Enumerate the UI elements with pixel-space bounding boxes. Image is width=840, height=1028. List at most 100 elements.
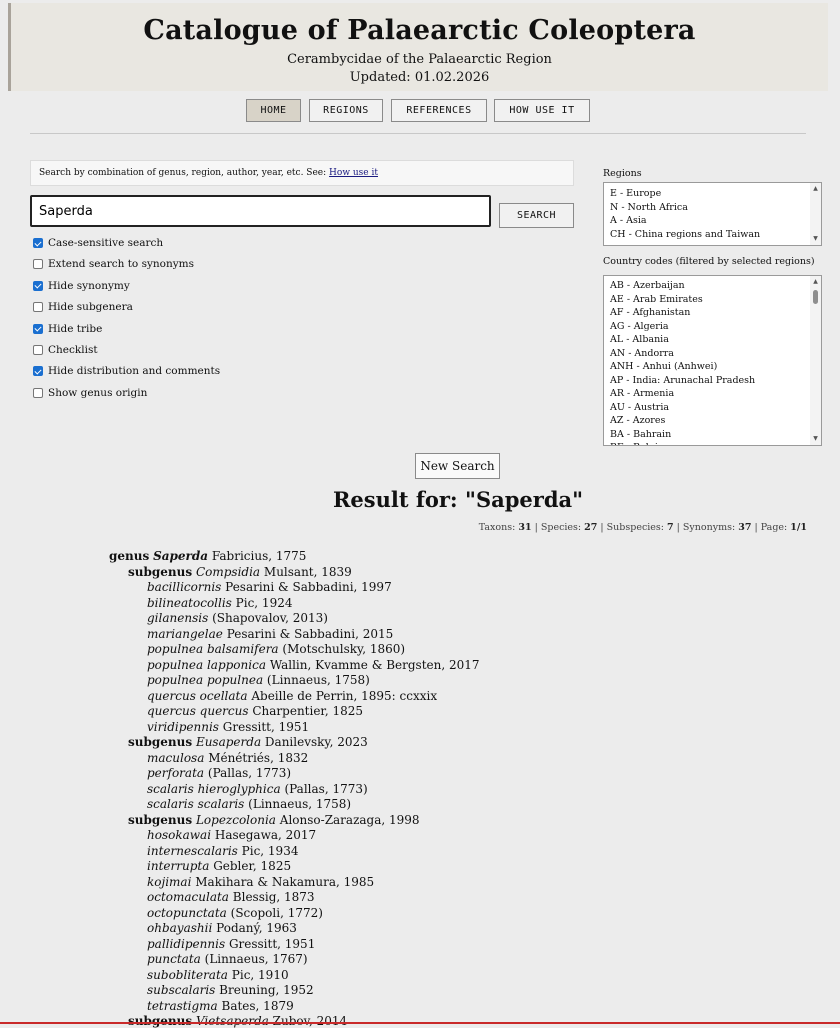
scroll-thumb[interactable]	[813, 290, 818, 304]
taxon-name[interactable]: maculosa	[147, 751, 204, 765]
species-entry: hosokawai Hasegawa, 2017	[147, 828, 316, 842]
taxon-name[interactable]: bacillicornis	[147, 580, 221, 594]
option-row[interactable]: Hide synonymy	[33, 279, 130, 293]
country-option[interactable]: AP - India: Arunachal Pradesh	[610, 375, 755, 386]
country-option[interactable]: AU - Austria	[610, 402, 669, 413]
taxon-name[interactable]: populnea lapponica	[147, 658, 266, 672]
region-option[interactable]: E - Europe	[610, 188, 661, 199]
region-option[interactable]: A - Asia	[610, 215, 647, 226]
option-checkbox[interactable]	[33, 366, 43, 377]
species-entry: subscalaris Breuning, 1952	[147, 983, 314, 997]
taxon-author: (Linnaeus, 1767)	[204, 952, 308, 966]
option-row[interactable]: Hide distribution and comments	[33, 364, 220, 378]
taxon-author: (Pallas, 1773)	[284, 781, 368, 796]
taxon-name[interactable]: subobliterata	[147, 968, 228, 982]
taxons-count: 31	[518, 522, 532, 533]
country-option[interactable]: AG - Algeria	[610, 321, 669, 332]
option-checkbox[interactable]	[33, 345, 43, 355]
option-row[interactable]: Extend search to synonyms	[33, 257, 194, 271]
option-checkbox[interactable]	[33, 280, 43, 291]
taxon-name[interactable]: bilineatocollis	[147, 596, 232, 610]
regions-scrollbar[interactable]: ▲ ▼	[810, 183, 821, 245]
search-input[interactable]	[30, 195, 491, 227]
taxon-name[interactable]: punctata	[147, 952, 201, 966]
taxon-name[interactable]: gilanensis	[147, 611, 208, 625]
taxon-author: Breuning, 1952	[219, 983, 314, 997]
country-option[interactable]: AF - Afghanistan	[610, 307, 690, 318]
taxon-name[interactable]: Saperda	[153, 549, 208, 563]
option-row[interactable]: Hide tribe	[33, 322, 102, 336]
country-option[interactable]: AE - Arab Emirates	[610, 294, 703, 305]
taxon-name[interactable]: viridipennis	[147, 720, 219, 734]
scroll-down-arrow-icon[interactable]: ▼	[810, 435, 821, 443]
scroll-down-arrow-icon[interactable]: ▼	[810, 235, 821, 243]
regions-listbox[interactable]: CH - China regions and Taiwan A - Asia N -…	[603, 182, 822, 246]
species-entry: populnea lapponica Wallin, Kvamme & Berg…	[147, 658, 480, 672]
taxon-author: Danilevsky, 2023	[264, 735, 368, 749]
option-checkbox[interactable]	[33, 387, 43, 398]
taxon-name[interactable]: scalaris scalaris	[147, 797, 244, 811]
option-checkbox[interactable]	[33, 238, 43, 248]
country-option[interactable]: AL - Albania	[610, 334, 669, 345]
taxon-name[interactable]: octomaculata	[147, 890, 229, 904]
nav-how-use-it-button[interactable]: HOW USE IT	[494, 99, 590, 122]
taxon-author: Makihara & Nakamura, 1985	[195, 874, 375, 889]
how-use-it-link[interactable]: How use it	[329, 168, 378, 178]
nav-home-button[interactable]: HOME	[246, 99, 301, 122]
new-search-button[interactable]: New Search	[415, 453, 500, 479]
scroll-up-arrow-icon[interactable]: ▲	[810, 185, 821, 193]
taxon-author: Pic, 1910	[231, 967, 289, 982]
taxon-author: Mulsant, 1839	[263, 564, 352, 579]
taxon-author: (Linnaeus, 1758)	[248, 797, 352, 811]
taxon-name[interactable]: octopunctata	[147, 906, 227, 920]
search-button[interactable]: SEARCH	[499, 203, 574, 228]
taxon-name[interactable]: pallidipennis	[147, 937, 225, 951]
scroll-up-arrow-icon[interactable]: ▲	[810, 278, 821, 286]
option-row[interactable]: Checklist	[33, 343, 98, 357]
option-checkbox[interactable]	[33, 302, 43, 313]
taxon-name[interactable]: kojimai	[147, 875, 191, 889]
taxon-name[interactable]: Lopezcolonia	[196, 813, 276, 827]
taxon-rank: subgenus	[128, 812, 193, 827]
taxon-name[interactable]: hosokawai	[147, 828, 211, 842]
taxon-name[interactable]: interrupta	[147, 859, 209, 873]
subgenus-entry: subgenus Vietsaperda Zubov, 2014	[128, 1014, 347, 1028]
country-option[interactable]: BA - Bahrain	[610, 429, 671, 440]
taxon-name[interactable]: Vietsaperda	[196, 1014, 269, 1028]
taxon-name[interactable]: perforata	[147, 766, 204, 780]
country-option[interactable]: AR - Armenia	[610, 388, 674, 399]
country-option[interactable]: AN - Andorra	[610, 348, 674, 359]
country-scrollbar[interactable]: ▲ ▼	[810, 276, 821, 445]
taxon-name[interactable]: scalaris hieroglyphica	[147, 782, 281, 796]
country-option[interactable]: AB - Azerbaijan	[610, 280, 685, 291]
taxon-name[interactable]: populnea balsamifera	[147, 642, 279, 656]
taxon-name[interactable]: populnea populnea	[147, 673, 263, 687]
taxon-rank: subgenus	[128, 735, 193, 749]
country-option[interactable]: ANH - Anhui (Anhwei)	[610, 361, 717, 372]
genus-entry: genus Saperda Fabricius, 1775	[109, 549, 306, 563]
site-title: Catalogue of Palaearctic Coleoptera	[143, 15, 696, 46]
taxon-name[interactable]: subscalaris	[147, 983, 215, 997]
option-row[interactable]: Show genus origin	[33, 386, 147, 400]
taxon-name[interactable]: Compsidia	[196, 565, 260, 579]
option-row[interactable]: Hide subgenera	[33, 300, 133, 314]
taxon-name[interactable]: internescalaris	[147, 844, 238, 858]
taxon-name[interactable]: quercus ocellata	[147, 689, 248, 703]
option-checkbox[interactable]	[33, 259, 43, 270]
region-option[interactable]: N - North Africa	[610, 202, 688, 213]
country-option[interactable]: AZ - Azores	[610, 415, 665, 426]
taxon-name[interactable]: mariangelae	[147, 627, 223, 641]
taxon-name[interactable]: ohbayashii	[147, 921, 212, 935]
taxon-author: Ménétriés, 1832	[208, 750, 309, 765]
country-option[interactable]: BE - Belgium	[610, 442, 673, 445]
taxon-name[interactable]: tetrastigma	[147, 999, 218, 1013]
region-option[interactable]: CH - China regions and Taiwan	[610, 229, 760, 240]
nav-references-button[interactable]: REFERENCES	[391, 99, 487, 122]
option-checkbox[interactable]	[33, 323, 43, 334]
country-codes-listbox[interactable]: BE - Belgium BA - Bahrain AZ - Azores AU - …	[603, 275, 822, 446]
taxon-name[interactable]: quercus quercus	[147, 704, 249, 718]
option-row[interactable]: Case-sensitive search	[33, 236, 163, 250]
taxon-name[interactable]: Eusaperda	[196, 735, 261, 749]
species-entry: octomaculata Blessig, 1873	[147, 890, 315, 904]
nav-regions-button[interactable]: REGIONS	[309, 99, 383, 122]
